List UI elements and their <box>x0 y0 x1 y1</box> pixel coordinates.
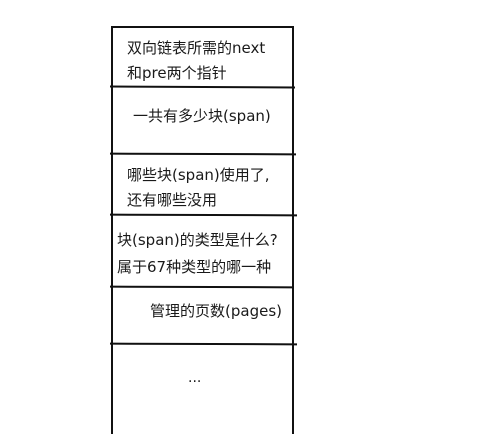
block-span-type-line-2: 属于67种类型的哪一种 <box>117 258 272 276</box>
block-span-type-line-1: 块(span)的类型是什么? <box>117 231 278 249</box>
block-span-count: 一共有多少块(span) <box>133 107 271 125</box>
block-next-pre-pointers-line-1: 双向链表所需的next <box>127 39 266 57</box>
block-span-usage-line-2: 还有哪些没用 <box>127 191 218 209</box>
block-next-pre-pointers-line-2: 和pre两个指针 <box>127 64 227 82</box>
span-structure-diagram: 双向链表所需的next 和pre两个指针 一共有多少块(span) 哪些块(sp… <box>0 0 496 434</box>
block-pages-managed: 管理的页数(pages) <box>150 302 282 320</box>
block-span-usage-line-1: 哪些块(span)使用了, <box>127 166 270 184</box>
block-ellipsis: ... <box>188 370 202 386</box>
